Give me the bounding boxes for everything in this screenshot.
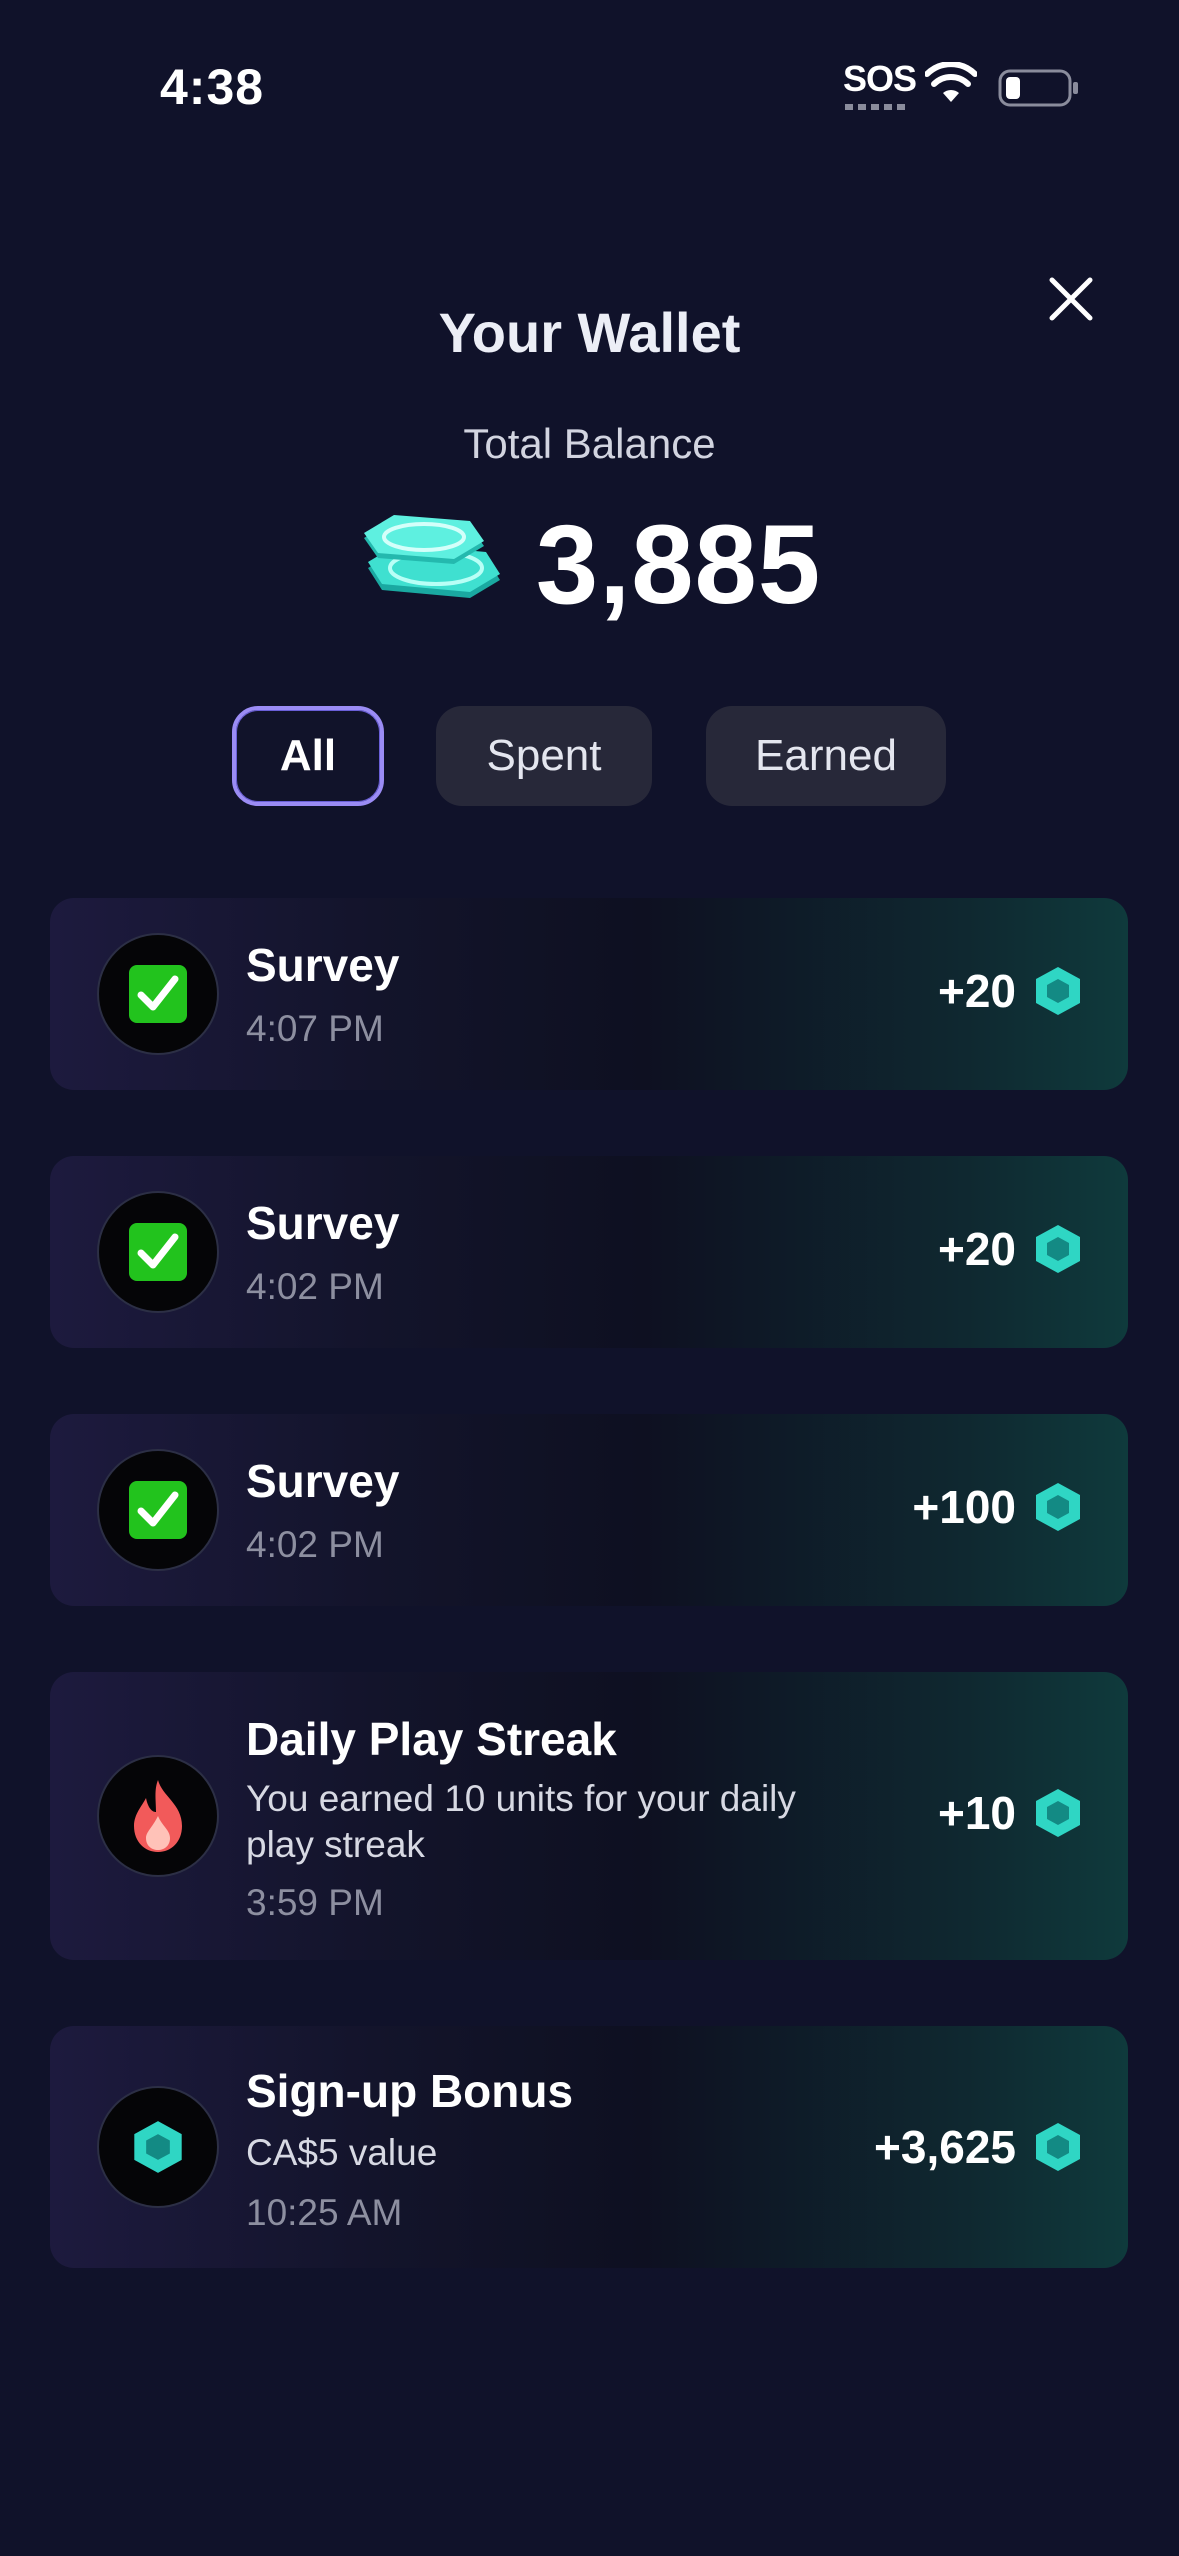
gem-icon [1036, 967, 1080, 1015]
transaction-avatar [97, 1755, 219, 1877]
transaction-avatar [97, 933, 219, 1055]
tab-all[interactable]: All [232, 706, 384, 806]
transaction-avatar [97, 1191, 219, 1313]
transaction-amount-group: +100 [912, 1480, 1082, 1534]
transaction-title: Daily Play Streak [246, 1713, 617, 1765]
gem-icon [1036, 2123, 1080, 2171]
transaction-item[interactable]: Survey 4:07 PM +20 [50, 898, 1128, 1090]
transaction-amount-group: +20 [938, 1222, 1082, 1276]
wifi-icon [925, 62, 977, 102]
transaction-amount-group: +3,625 [874, 2120, 1082, 2174]
status-bar: 4:38 SOS [0, 0, 1179, 160]
gem-icon [134, 2121, 182, 2173]
check-mark-icon [129, 965, 187, 1023]
transaction-item[interactable]: Survey 4:02 PM +100 [50, 1414, 1128, 1606]
tab-spent[interactable]: Spent [436, 706, 652, 806]
tab-earned[interactable]: Earned [706, 706, 946, 806]
transaction-item[interactable]: Daily Play Streak You earned 10 units fo… [50, 1672, 1128, 1960]
transaction-title: Survey [246, 939, 400, 991]
signal-dots-icon [845, 104, 905, 110]
transaction-title: Sign-up Bonus [246, 2065, 574, 2117]
transaction-avatar [97, 1449, 219, 1571]
coins-icon [363, 514, 500, 598]
transaction-description: You earned 10 units for your daily play … [246, 1778, 796, 1865]
transaction-description: CA$5 value [246, 2132, 438, 2173]
status-time: 4:38 [160, 59, 265, 115]
transaction-amount: +10 [937, 1787, 1016, 1839]
transaction-time: 4:02 PM [246, 1266, 384, 1307]
balance-value: 3,885 [535, 502, 822, 627]
transaction-amount: +20 [937, 965, 1016, 1017]
transaction-title: Survey [246, 1197, 400, 1249]
balance-label: Total Balance [463, 420, 716, 467]
transaction-item[interactable]: Sign-up Bonus CA$5 value 10:25 AM +3,625 [50, 2026, 1128, 2268]
filter-tabs: All Spent Earned [0, 706, 1179, 806]
balance-row: 3,885 [0, 500, 1179, 629]
check-mark-icon [129, 1223, 187, 1281]
transaction-item[interactable]: Survey 4:02 PM +20 [50, 1156, 1128, 1348]
transaction-amount: +100 [912, 1481, 1016, 1533]
transaction-time: 4:02 PM [246, 1524, 384, 1565]
gem-icon [1036, 1789, 1080, 1837]
fire-icon [134, 1780, 182, 1852]
check-mark-icon [129, 1481, 187, 1539]
battery-icon [998, 69, 1078, 107]
transaction-amount-group: +10 [938, 1786, 1082, 1840]
page-title: Your Wallet [438, 301, 741, 364]
transaction-amount: +3,625 [874, 2121, 1016, 2173]
transaction-time: 10:25 AM [246, 2192, 403, 2233]
transaction-amount-group: +20 [938, 964, 1082, 1018]
sos-indicator: SOS [843, 58, 917, 99]
gem-icon [1036, 1483, 1080, 1531]
transaction-time: 3:59 PM [246, 1882, 384, 1923]
wallet-screen: 4:38 SOS Your Wallet Total Balance 3,885 [0, 0, 1179, 2556]
transaction-title: Survey [246, 1455, 400, 1507]
transaction-time: 4:07 PM [246, 1008, 384, 1049]
gem-icon [1036, 1225, 1080, 1273]
transaction-avatar [97, 2086, 219, 2208]
transaction-amount: +20 [937, 1223, 1016, 1275]
